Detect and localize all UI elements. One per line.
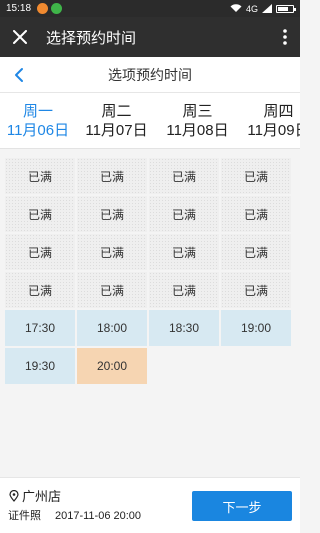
slot-full: 已满 — [5, 158, 75, 194]
day-date: 11月09日 — [247, 122, 300, 139]
slot-full: 已满 — [5, 196, 75, 232]
slot-full: 已满 — [77, 196, 147, 232]
store-location: 广州店 — [8, 486, 61, 505]
network-label: 4G — [245, 3, 258, 14]
slot-empty — [149, 348, 219, 384]
wifi-icon — [230, 4, 242, 12]
slot-full: 已满 — [5, 234, 75, 270]
signal-icon — [262, 4, 272, 13]
slot-full: 已满 — [149, 234, 219, 270]
booking-summary: 证件照 2017-11-06 20:00 — [8, 507, 141, 523]
app-title: 选择预约时间 — [46, 29, 137, 47]
slot-row: 17:30 18:00 18:30 19:00 — [5, 310, 300, 346]
slot-available[interactable]: 17:30 — [5, 310, 75, 346]
day-tab[interactable]: 周四 11月09日 — [238, 93, 300, 148]
app-bar: 选择预约时间 — [0, 17, 300, 57]
wechat-icon — [51, 3, 63, 14]
slot-row: 已满 已满 已满 已满 — [5, 234, 300, 270]
slot-full: 已满 — [5, 272, 75, 308]
day-weekday: 周三 — [182, 103, 213, 120]
day-weekday: 周二 — [101, 103, 132, 120]
notification-app-icon — [37, 3, 49, 14]
store-name: 广州店 — [22, 489, 62, 504]
slot-available[interactable]: 18:00 — [77, 310, 147, 346]
day-date: 11月07日 — [85, 122, 148, 139]
day-selector: 周一 11月06日 周二 11月07日 周三 11月08日 周四 11月09日 — [0, 93, 300, 149]
day-weekday: 周四 — [263, 103, 294, 120]
slot-full: 已满 — [149, 158, 219, 194]
status-right: 4G — [230, 3, 296, 14]
slot-empty — [221, 348, 291, 384]
slot-row: 19:30 20:00 — [5, 348, 300, 384]
slot-row: 已满 已满 已满 已满 — [5, 158, 300, 194]
slot-available[interactable]: 19:30 — [5, 348, 75, 384]
day-tab[interactable]: 周三 11月08日 — [157, 93, 238, 148]
slot-full: 已满 — [77, 234, 147, 270]
slot-full: 已满 — [221, 158, 291, 194]
slot-full: 已满 — [77, 158, 147, 194]
chevron-left-icon[interactable] — [10, 65, 30, 85]
booking-footer: 广州店 证件照 2017-11-06 20:00 下一步 — [0, 477, 300, 533]
location-pin-icon — [9, 489, 19, 502]
status-bar: 15:18 4G — [0, 0, 300, 17]
close-icon[interactable] — [0, 17, 40, 57]
slot-available[interactable]: 18:30 — [149, 310, 219, 346]
status-time: 15:18 — [6, 3, 32, 14]
slot-full: 已满 — [221, 196, 291, 232]
service-name: 证件照 — [8, 510, 41, 522]
next-button[interactable]: 下一步 — [192, 491, 292, 521]
more-menu-icon[interactable] — [270, 17, 300, 57]
day-weekday: 周一 — [22, 103, 53, 120]
slot-row: 已满 已满 已满 已满 — [5, 196, 300, 232]
slot-selected[interactable]: 20:00 — [77, 348, 147, 384]
battery-icon — [276, 4, 296, 13]
day-tab[interactable]: 周二 11月07日 — [76, 93, 157, 148]
slot-full: 已满 — [221, 234, 291, 270]
slot-full: 已满 — [149, 196, 219, 232]
page-title: 选项预约时间 — [108, 66, 192, 83]
day-tab[interactable]: 周一 11月06日 — [0, 93, 76, 148]
day-date: 11月06日 — [6, 122, 70, 139]
slot-row: 已满 已满 已满 已满 — [5, 272, 300, 308]
slot-full: 已满 — [149, 272, 219, 308]
slot-full: 已满 — [221, 272, 291, 308]
slot-available[interactable]: 19:00 — [221, 310, 291, 346]
day-date: 11月08日 — [166, 122, 229, 139]
slot-full: 已满 — [77, 272, 147, 308]
time-slot-grid: 已满 已满 已满 已满 已满 已满 已满 已满 已满 已满 已满 已满 已满 已… — [5, 158, 300, 386]
booking-datetime: 2017-11-06 20:00 — [55, 510, 142, 522]
sub-header: 选项预约时间 — [0, 57, 300, 93]
